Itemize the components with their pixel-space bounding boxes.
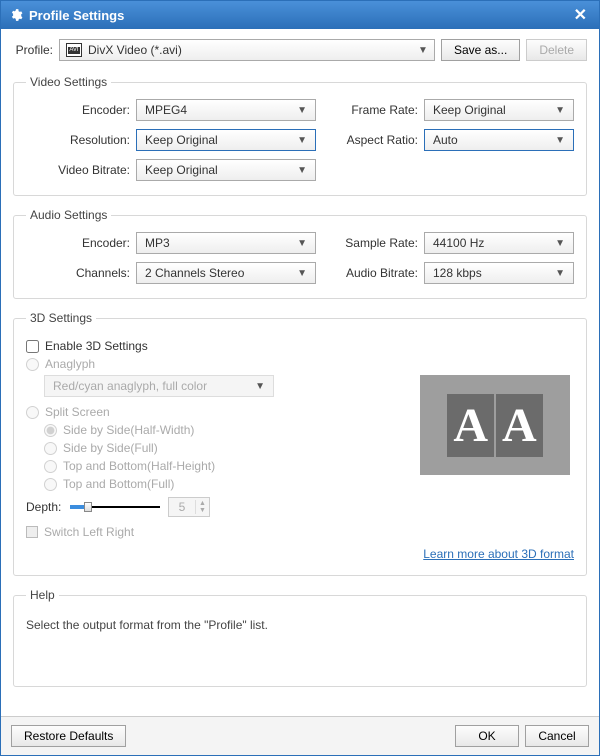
chevron-down-icon: ▼ [555,268,565,279]
help-group: Help Select the output format from the "… [13,588,587,687]
audio-bitrate-label: Audio Bitrate: [344,266,424,280]
cancel-button[interactable]: Cancel [525,725,589,747]
switch-lr-checkbox [26,526,38,538]
framerate-select[interactable]: Keep Original▼ [424,99,574,121]
anaglyph-row: Anaglyph [26,357,574,371]
split-screen-label: Split Screen [45,405,110,419]
titlebar: Profile Settings ✕ [1,1,599,29]
resolution-select[interactable]: Keep Original▼ [136,129,316,151]
three-d-settings-group: 3D Settings Enable 3D Settings Anaglyph … [13,311,587,576]
help-legend: Help [26,588,59,602]
ok-button[interactable]: OK [455,725,519,747]
sbs-half-label: Side by Side(Half-Width) [63,423,194,437]
chevron-down-icon: ▼ [255,381,265,392]
tb-half-radio [44,460,57,473]
close-icon[interactable]: ✕ [570,5,591,25]
profile-row: Profile: DivX Video (*.avi) ▼ Save as...… [13,39,587,61]
switch-lr-label: Switch Left Right [44,525,134,539]
depth-value [169,500,195,514]
depth-row: Depth: ▲▼ [26,497,574,517]
chevron-down-icon: ▼ [297,105,307,116]
switch-lr-row: Switch Left Right [26,525,574,539]
learn-more-link[interactable]: Learn more about 3D format [423,547,574,561]
enable-3d-row: Enable 3D Settings [26,339,574,353]
gear-icon [9,8,23,22]
video-settings-legend: Video Settings [26,75,111,89]
audio-bitrate-select[interactable]: 128 kbps▼ [424,262,574,284]
video-encoder-select[interactable]: MPEG4▼ [136,99,316,121]
depth-label: Depth: [26,500,62,514]
anaglyph-type-select: Red/cyan anaglyph, full color▼ [44,375,274,397]
framerate-label: Frame Rate: [344,103,424,117]
audio-settings-legend: Audio Settings [26,208,111,222]
samplerate-select[interactable]: 44100 Hz▼ [424,232,574,254]
window-title: Profile Settings [29,8,124,23]
audio-encoder-select[interactable]: MP3▼ [136,232,316,254]
samplerate-label: Sample Rate: [344,236,424,250]
three-d-preview: AA [420,375,570,475]
sbs-full-label: Side by Side(Full) [63,441,158,455]
audio-settings-group: Audio Settings Encoder: MP3▼ Sample Rate… [13,208,587,299]
restore-defaults-button[interactable]: Restore Defaults [11,725,126,747]
video-bitrate-select[interactable]: Keep Original▼ [136,159,316,181]
help-text: Select the output format from the "Profi… [26,618,574,632]
delete-button: Delete [526,39,587,61]
video-bitrate-label: Video Bitrate: [26,163,136,177]
channels-select[interactable]: 2 Channels Stereo▼ [136,262,316,284]
chevron-down-icon: ▼ [418,45,428,56]
anaglyph-label: Anaglyph [45,357,95,371]
video-encoder-label: Encoder: [26,103,136,117]
tb-half-label: Top and Bottom(Half-Height) [63,459,215,473]
enable-3d-checkbox[interactable] [26,340,39,353]
tb-full-radio [44,478,57,491]
anaglyph-radio [26,358,39,371]
chevron-down-icon: ▼ [297,135,307,146]
depth-slider[interactable] [70,499,160,515]
sbs-half-radio [44,424,57,437]
aspect-select[interactable]: Auto▼ [424,129,574,151]
chevron-down-icon: ▼ [555,135,565,146]
video-settings-group: Video Settings Encoder: MPEG4▼ Frame Rat… [13,75,587,196]
slider-thumb[interactable] [84,502,92,512]
profile-value: DivX Video (*.avi) [88,43,182,57]
sbs-full-radio [44,442,57,455]
chevron-down-icon: ▼ [199,507,206,514]
chevron-up-icon: ▲ [199,500,206,507]
content-area: Profile: DivX Video (*.avi) ▼ Save as...… [1,29,599,716]
chevron-down-icon: ▼ [297,165,307,176]
save-as-button[interactable]: Save as... [441,39,520,61]
avi-icon [66,43,82,57]
enable-3d-label: Enable 3D Settings [45,339,148,353]
split-screen-radio [26,406,39,419]
footer: Restore Defaults OK Cancel [1,716,599,755]
chevron-down-icon: ▼ [555,105,565,116]
channels-label: Channels: [26,266,136,280]
window: Profile Settings ✕ Profile: DivX Video (… [0,0,600,756]
chevron-down-icon: ▼ [555,238,565,249]
resolution-label: Resolution: [26,133,136,147]
profile-label: Profile: [13,43,53,57]
audio-encoder-label: Encoder: [26,236,136,250]
aspect-label: Aspect Ratio: [344,133,424,147]
chevron-down-icon: ▼ [297,238,307,249]
depth-spinner: ▲▼ [168,497,210,517]
profile-select[interactable]: DivX Video (*.avi) ▼ [59,39,435,61]
chevron-down-icon: ▼ [297,268,307,279]
three-d-settings-legend: 3D Settings [26,311,96,325]
tb-full-label: Top and Bottom(Full) [63,477,174,491]
